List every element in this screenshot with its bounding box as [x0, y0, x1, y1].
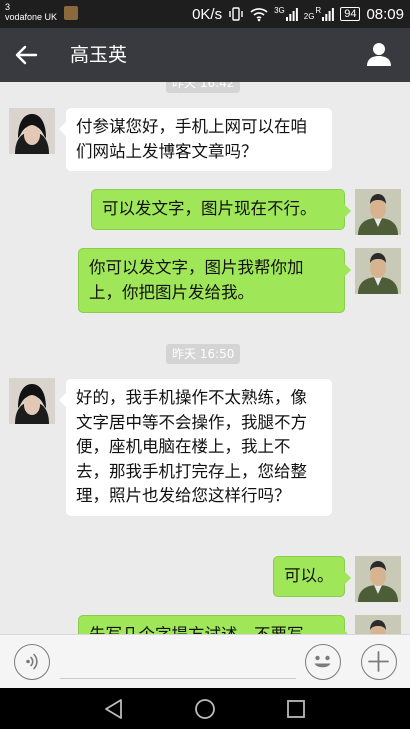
message-input[interactable] — [60, 649, 296, 679]
contact-avatar[interactable] — [9, 378, 55, 424]
timestamp-mid: 昨天 16:50 — [166, 344, 241, 364]
message-bubble-sent[interactable]: 可以发文字，图片现在不行。 — [91, 189, 351, 230]
emoji-button[interactable] — [305, 644, 341, 680]
network-3g-label: 3G — [274, 6, 285, 15]
nav-back-button[interactable] — [103, 698, 125, 720]
message-text: 先写几个字提方试述，不要写 — [89, 625, 304, 634]
chat-title: 高玉英 — [70, 44, 128, 66]
message-text: 付参谋您好，手机上网可以在咱们网站上发博客文章吗？ — [76, 117, 307, 161]
signal-bars-2-icon — [322, 8, 335, 21]
system-nav-bar — [0, 688, 410, 729]
message-bubble-received[interactable]: 好的，我手机操作不太熟练，像文字居中等不会操作，我腿不方便，座机电脑在楼上，我上… — [59, 379, 332, 516]
carrier-info: 3 vodafone UK — [5, 2, 57, 22]
message-bubble-sent[interactable]: 你可以发文字，图片我帮你加上，你把图片发给我。 — [78, 248, 351, 313]
battery-level: 94 — [340, 7, 361, 21]
nav-home-button[interactable] — [194, 698, 216, 720]
my-avatar[interactable] — [355, 556, 401, 602]
voice-button[interactable] — [14, 644, 50, 680]
message-bubble-sent[interactable]: 先写几个字提方试述，不要写 — [78, 615, 351, 634]
plus-icon — [368, 651, 389, 672]
message-text: 你可以发文字，图片我帮你加上，你把图片发给我。 — [89, 258, 304, 302]
network-speed: 0K/s — [192, 5, 223, 23]
nav-recent-button[interactable] — [285, 698, 307, 720]
message-text: 好的，我手机操作不太熟练，像文字居中等不会操作，我腿不方便，座机电脑在楼上，我上… — [76, 388, 307, 505]
carrier-line1: 3 — [5, 2, 11, 12]
my-avatar[interactable] — [355, 615, 401, 634]
message-bubble-received[interactable]: 付参谋您好，手机上网可以在咱们网站上发博客文章吗？ — [59, 108, 332, 171]
my-avatar[interactable] — [355, 189, 401, 235]
back-arrow-icon — [15, 45, 38, 65]
circle-home-icon — [195, 699, 215, 719]
timestamp-top: 昨天 16:42 — [166, 82, 241, 93]
status-bar: 3 vodafone UK 0K/s 3G 2G R 94 08:09 — [0, 0, 410, 28]
carrier-line2: vodafone UK — [5, 12, 58, 22]
input-bar — [0, 634, 410, 688]
triangle-back-icon — [105, 699, 122, 719]
vibrate-icon — [229, 7, 243, 21]
message-bubble-sent[interactable]: 可以。 — [273, 556, 351, 597]
signal-bars-icon — [285, 8, 298, 21]
message-text: 可以发文字，图片现在不行。 — [102, 199, 317, 218]
contact-avatar[interactable] — [9, 108, 55, 154]
roaming-label: R — [315, 6, 322, 15]
network-2g-label: 2G — [303, 12, 315, 21]
voice-icon — [26, 653, 38, 670]
status-right: 0K/s 3G 2G R 94 08:09 — [192, 5, 404, 23]
notification-thumbnail — [64, 6, 78, 20]
signal-3g: 3G — [274, 7, 298, 21]
person-icon — [367, 43, 391, 66]
clock: 08:09 — [366, 5, 404, 23]
more-button[interactable] — [361, 644, 397, 680]
app-bar: 高玉英 — [0, 28, 410, 82]
message-text: 可以。 — [284, 566, 334, 585]
profile-button[interactable] — [366, 41, 392, 67]
signal-2g: 2G R — [303, 6, 335, 21]
back-button[interactable] — [12, 41, 40, 69]
smiley-icon — [314, 655, 331, 668]
square-recent-icon — [287, 700, 305, 718]
message-list[interactable]: 昨天 16:42 付参谋您好，手机上网可以在咱们网站上发博客文章吗？ 可以发文字… — [0, 82, 410, 634]
my-avatar[interactable] — [355, 248, 401, 294]
wifi-icon — [250, 8, 268, 22]
